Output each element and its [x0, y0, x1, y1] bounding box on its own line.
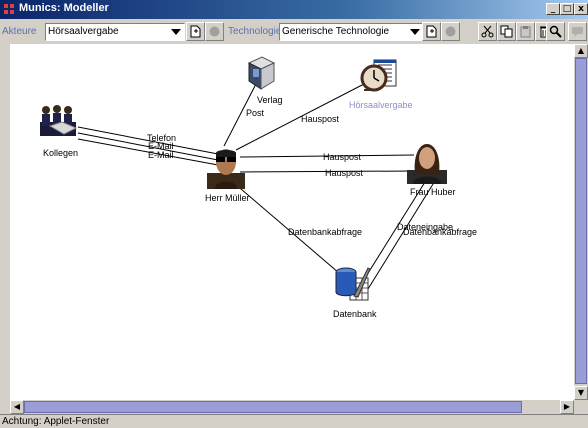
paste-icon — [520, 26, 531, 38]
akteure-label: Akteure — [2, 26, 37, 37]
node-label-datenbank: Datenbank — [333, 309, 377, 319]
status-text: Achtung: Applet-Fenster — [2, 416, 110, 427]
paste-button[interactable] — [516, 22, 535, 41]
delete-actor-button[interactable] — [205, 22, 224, 41]
database-icon[interactable] — [334, 266, 372, 304]
new-document-icon — [426, 25, 437, 38]
node-label-verlag: Verlag — [257, 95, 283, 105]
app-icon — [4, 4, 14, 14]
edge-label-post: Post — [246, 108, 265, 118]
window-title: Munics: Modeller — [19, 2, 109, 14]
clock-calendar-icon[interactable] — [360, 58, 400, 98]
toolbar: Akteure Hörsaalvergabe Technologien Gene… — [0, 20, 588, 44]
horizontal-scroll-thumb[interactable] — [24, 401, 522, 413]
minimize-button[interactable]: _ — [546, 3, 560, 15]
chevron-down-icon[interactable] — [410, 29, 420, 35]
node-label-kollegen: Kollegen — [43, 148, 79, 158]
new-technology-button[interactable] — [422, 22, 441, 41]
maximize-button[interactable]: □ — [560, 3, 574, 15]
title-bar[interactable]: Munics: Modeller _ □ x — [0, 0, 588, 19]
edge-label-email-2: E-Mail — [148, 150, 174, 160]
copy-icon — [500, 25, 513, 38]
cut-button[interactable] — [478, 22, 497, 41]
scroll-down-button[interactable]: ▼ — [574, 386, 588, 400]
speech-bubble-icon — [572, 27, 583, 37]
akteure-value: Hörsaalvergabe — [48, 26, 119, 37]
vertical-scroll-thumb[interactable] — [575, 58, 587, 384]
vertical-scrollbar[interactable]: ▲ ▼ — [574, 44, 588, 400]
edge-label-hauspost-hoersaal: Hauspost — [301, 114, 340, 124]
edge-label-datenbankabfrage-mueller: Datenbankabfrage — [288, 227, 363, 237]
group-icon[interactable] — [40, 104, 80, 142]
close-button[interactable]: x — [574, 3, 588, 15]
new-actor-button[interactable] — [186, 22, 205, 41]
edge-label-hauspost-huber-1: Hauspost — [323, 152, 362, 162]
copy-button[interactable] — [497, 22, 516, 41]
search-button[interactable] — [546, 22, 565, 41]
akteure-select[interactable]: Hörsaalvergabe — [45, 23, 185, 41]
model-canvas[interactable]: Kollegen Verlag Hörsaalvergabe Herr Müll… — [10, 44, 574, 400]
book-icon[interactable] — [246, 55, 276, 91]
horizontal-scrollbar[interactable]: ◀ ▶ — [10, 400, 574, 414]
circle-icon — [209, 26, 220, 37]
scroll-up-button[interactable]: ▲ — [574, 44, 588, 58]
modeller-window: Munics: Modeller _ □ x Akteure Hörsaalve… — [0, 0, 588, 428]
search-icon — [549, 25, 562, 38]
edge-label-hauspost-huber-2: Hauspost — [325, 168, 364, 178]
node-label-frau-huber: Frau Huber — [410, 187, 456, 197]
connection-lines — [77, 81, 439, 290]
chevron-down-icon[interactable] — [171, 29, 181, 35]
new-document-icon — [190, 25, 201, 38]
comment-button[interactable] — [568, 22, 587, 41]
edge-label-datenbankabfrage-huber: Datenbankabfrage — [403, 227, 478, 237]
technologien-select[interactable]: Generische Technologie — [279, 23, 424, 41]
person-icon[interactable] — [407, 140, 447, 184]
scroll-left-button[interactable]: ◀ — [10, 400, 24, 414]
delete-technology-button[interactable] — [441, 22, 460, 41]
scissors-icon — [481, 25, 494, 38]
scroll-right-button[interactable]: ▶ — [560, 400, 574, 414]
node-label-herr-mueller: Herr Müller — [205, 193, 250, 203]
technologien-value: Generische Technologie — [282, 26, 390, 37]
circle-icon — [445, 26, 456, 37]
node-label-hoersaalvergabe: Hörsaalvergabe — [349, 100, 413, 110]
status-bar: Achtung: Applet-Fenster — [0, 414, 588, 428]
person-icon[interactable] — [207, 145, 245, 189]
